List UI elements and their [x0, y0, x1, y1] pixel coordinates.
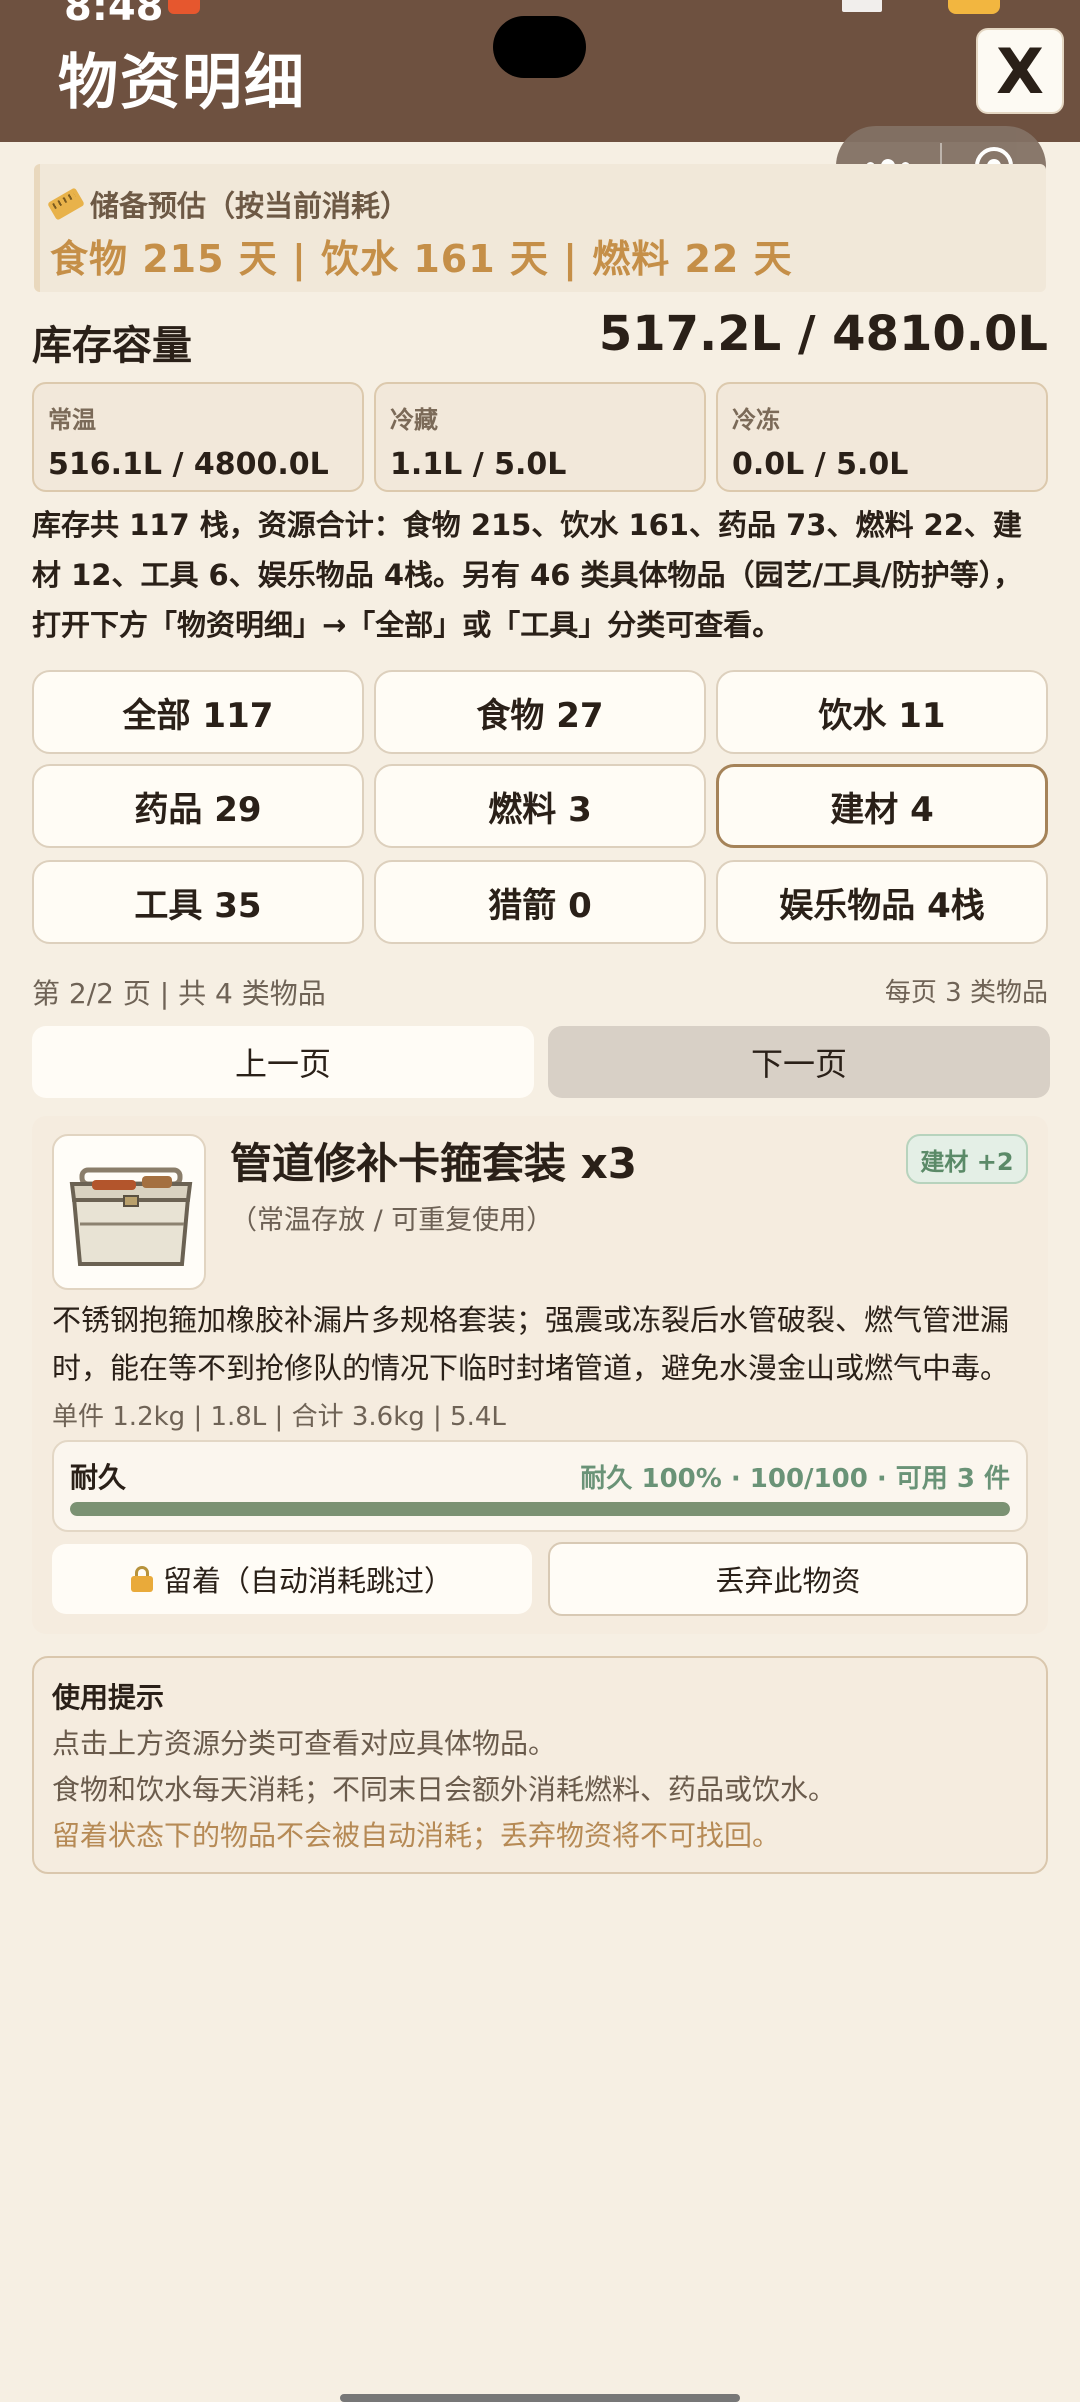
page-info: 第 2/2 页 | 共 4 类物品 [32, 977, 326, 1010]
capacity-label: 库存容量 [32, 323, 192, 369]
lock-icon [130, 1566, 153, 1592]
reserve-days: 食物 215 天 | 饮水 161 天 | 燃料 22 天 [50, 237, 793, 281]
storage-zone-value: 0.0L / 5.0L [732, 447, 909, 482]
storage-zone-label: 冷藏 [390, 406, 438, 434]
ruler-icon [47, 187, 85, 221]
tip-line: 点击上方资源分类可查看对应具体物品。 [52, 1727, 557, 1760]
keep-button-label: 留着（自动消耗跳过） [162, 1564, 453, 1598]
category-water[interactable]: 饮水 11 [716, 670, 1048, 754]
storage-zone-room-temp: 常温 516.1L / 4800.0L [32, 382, 364, 492]
signal-icon [842, 0, 882, 12]
item-storage: （常温存放 / 可重复使用） [230, 1205, 554, 1236]
discard-button[interactable]: 丢弃此物资 [548, 1542, 1028, 1616]
durability-value: 耐久 100% · 100/100 · 可用 3 件 [580, 1464, 1010, 1494]
category-arrows[interactable]: 猎箭 0 [374, 860, 706, 944]
category-building-materials[interactable]: 建材 4 [716, 764, 1048, 848]
toolbox-icon [52, 1134, 206, 1290]
tip-line: 食物和饮水每天消耗；不同末日会额外消耗燃料、药品或饮水。 [52, 1773, 837, 1806]
storage-zone-label: 冷冻 [732, 406, 780, 434]
camera-notch [493, 16, 586, 78]
category-fuel[interactable]: 燃料 3 [374, 764, 706, 848]
per-page-info: 每页 3 类物品 [884, 978, 1048, 1008]
category-tools[interactable]: 工具 35 [32, 860, 364, 944]
prev-page-button[interactable]: 上一页 [32, 1026, 534, 1098]
reserve-title: 储备预估（按当前消耗） [47, 183, 410, 225]
item-description: 不锈钢抱箍加橡胶补漏片多规格套装；强震或冻裂后水管破裂、燃气管泄漏时，能在等不到… [52, 1303, 1010, 1385]
tips-title: 使用提示 [52, 1681, 165, 1714]
durability-label: 耐久 [70, 1461, 127, 1494]
next-page-button[interactable]: 下一页 [548, 1026, 1050, 1098]
keep-button[interactable]: 留着（自动消耗跳过） [52, 1544, 532, 1614]
status-time: 8:48 [64, 0, 164, 30]
item-category-badge: 建材 +2 [906, 1134, 1028, 1184]
close-button[interactable]: X [976, 28, 1064, 114]
durability-bar [70, 1502, 1010, 1516]
reserve-title-text: 储备预估（按当前消耗） [90, 189, 410, 223]
category-all[interactable]: 全部 117 [32, 670, 364, 754]
recording-indicator [168, 0, 200, 14]
storage-zone-value: 516.1L / 4800.0L [48, 447, 329, 482]
category-entertainment[interactable]: 娱乐物品 4栈 [716, 860, 1048, 944]
storage-zone-value: 1.1L / 5.0L [390, 447, 567, 482]
page-title: 物资明细 [58, 48, 306, 118]
storage-zone-label: 常温 [48, 406, 96, 434]
category-medicine[interactable]: 药品 29 [32, 764, 364, 848]
inventory-summary: 库存共 117 栈，资源合计：食物 215、饮水 161、药品 73、燃料 22… [32, 508, 1023, 642]
battery-icon [948, 0, 1000, 14]
storage-zone-refrigerated: 冷藏 1.1L / 5.0L [374, 382, 706, 492]
storage-zone-frozen: 冷冻 0.0L / 5.0L [716, 382, 1048, 492]
durability-bar-fill [70, 1502, 1010, 1516]
item-stats: 单件 1.2kg | 1.8L | 合计 3.6kg | 5.4L [52, 1402, 506, 1432]
category-food[interactable]: 食物 27 [374, 670, 706, 754]
capacity-value: 517.2L / 4810.0L [598, 306, 1048, 362]
tip-line-warning: 留着状态下的物品不会被自动消耗；丢弃物资将不可找回。 [52, 1819, 781, 1852]
home-indicator [340, 2394, 740, 2402]
item-name: 管道修补卡箍套装 x3 [230, 1139, 637, 1188]
